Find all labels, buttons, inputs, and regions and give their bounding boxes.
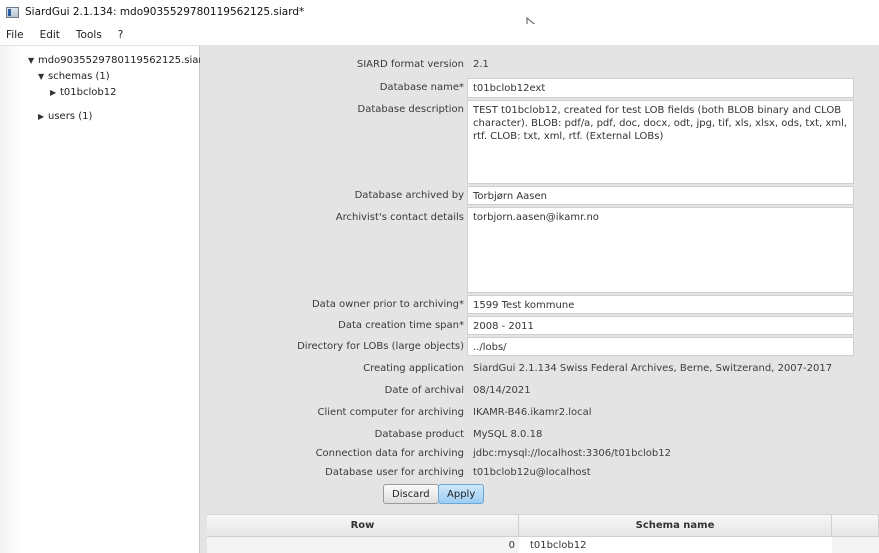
client-computer-label: Client computer for archiving — [317, 407, 464, 418]
connection-label: Connection data for archiving — [315, 448, 464, 459]
db-name-field[interactable]: t01bclob12ext — [467, 78, 854, 98]
column-header-row[interactable]: Row — [207, 515, 519, 537]
title-bar: SiardGui 2.1.134: mdo9035529780119562125… — [0, 0, 879, 24]
tree-item-label: mdo9035529780119562125.siard — [38, 54, 209, 66]
time-span-field[interactable]: 2008 - 2011 — [467, 316, 854, 335]
tree-item-users[interactable]: ▶ users (1) — [38, 108, 92, 124]
tree-view[interactable]: ▼ mdo9035529780119562125.siard ▼ schemas… — [22, 46, 209, 553]
archived-by-label: Database archived by — [354, 190, 464, 201]
lob-dir-field[interactable]: ../lobs/ — [467, 337, 854, 356]
time-span-label: Data creation time span* — [338, 320, 464, 331]
archival-date-value: 08/14/2021 — [473, 385, 531, 396]
siard-version-label: SIARD format version — [356, 59, 464, 70]
table-cell-schema-name[interactable]: t01bclob12 — [519, 537, 832, 553]
db-user-label: Database user for archiving — [325, 467, 464, 478]
menu-edit[interactable]: Edit — [40, 29, 60, 41]
column-header-schema-name[interactable]: Schema name — [519, 515, 832, 537]
db-name-label: Database name* — [379, 82, 464, 93]
expand-right-icon[interactable]: ▶ — [50, 88, 60, 97]
tree-item-root[interactable]: ▼ mdo9035529780119562125.siard — [28, 52, 209, 68]
archival-date-label: Date of archival — [384, 385, 464, 396]
menu-bar: File Edit Tools ? — [0, 24, 879, 46]
data-owner-field[interactable]: 1599 Test kommune — [467, 295, 854, 314]
db-product-value: MySQL 8.0.18 — [473, 429, 543, 440]
creating-app-value: SiardGui 2.1.134 Swiss Federal Archives,… — [473, 363, 833, 374]
expand-right-icon[interactable]: ▶ — [38, 112, 48, 121]
db-user-value: t01bclob12u@localhost — [473, 467, 591, 478]
archived-by-field[interactable]: Torbjørn Aasen — [467, 186, 854, 205]
tree-item-label: schemas (1) — [48, 70, 110, 82]
data-owner-label: Data owner prior to archiving* — [311, 299, 464, 310]
db-description-field[interactable]: TEST t01bclob12, created for test LOB fi… — [467, 100, 854, 184]
expand-down-icon[interactable]: ▼ — [28, 56, 38, 65]
table-cell-row[interactable]: 0 — [207, 537, 515, 553]
archivist-contact-label: Archivist's contact details — [335, 212, 464, 223]
window-title: SiardGui 2.1.134: mdo9035529780119562125… — [25, 6, 305, 18]
db-description-label: Database description — [357, 104, 465, 115]
tree-item-label: t01bclob12 — [60, 86, 117, 98]
db-product-label: Database product — [374, 429, 464, 440]
creating-app-label: Creating application — [363, 363, 464, 374]
client-computer-value: IKAMR-B46.ikamr2.local — [473, 407, 592, 418]
archivist-contact-field[interactable]: torbjorn.aasen@ikamr.no — [467, 207, 854, 293]
tree-item-schemas[interactable]: ▼ schemas (1) — [38, 68, 110, 84]
tree-item-label: users (1) — [48, 110, 93, 122]
discard-button[interactable]: Discard — [383, 484, 439, 504]
siard-version-value: 2.1 — [473, 59, 489, 70]
schemas-table: Row Schema name 0 t01bclob12 — [207, 514, 879, 553]
connection-value: jdbc:mysql://localhost:3306/t01bclob12 — [473, 448, 671, 459]
window-edge — [0, 46, 22, 553]
menu-tools[interactable]: Tools — [76, 29, 102, 41]
column-header-filler — [832, 515, 879, 537]
apply-button[interactable]: Apply — [438, 484, 485, 504]
expand-down-icon[interactable]: ▼ — [38, 72, 48, 81]
lob-dir-label: Directory for LOBs (large objects) — [297, 341, 464, 352]
tree-item-schema[interactable]: ▶ t01bclob12 — [50, 84, 116, 100]
menu-file[interactable]: File — [6, 29, 24, 41]
menu-help[interactable]: ? — [118, 29, 124, 41]
app-icon — [6, 6, 19, 18]
